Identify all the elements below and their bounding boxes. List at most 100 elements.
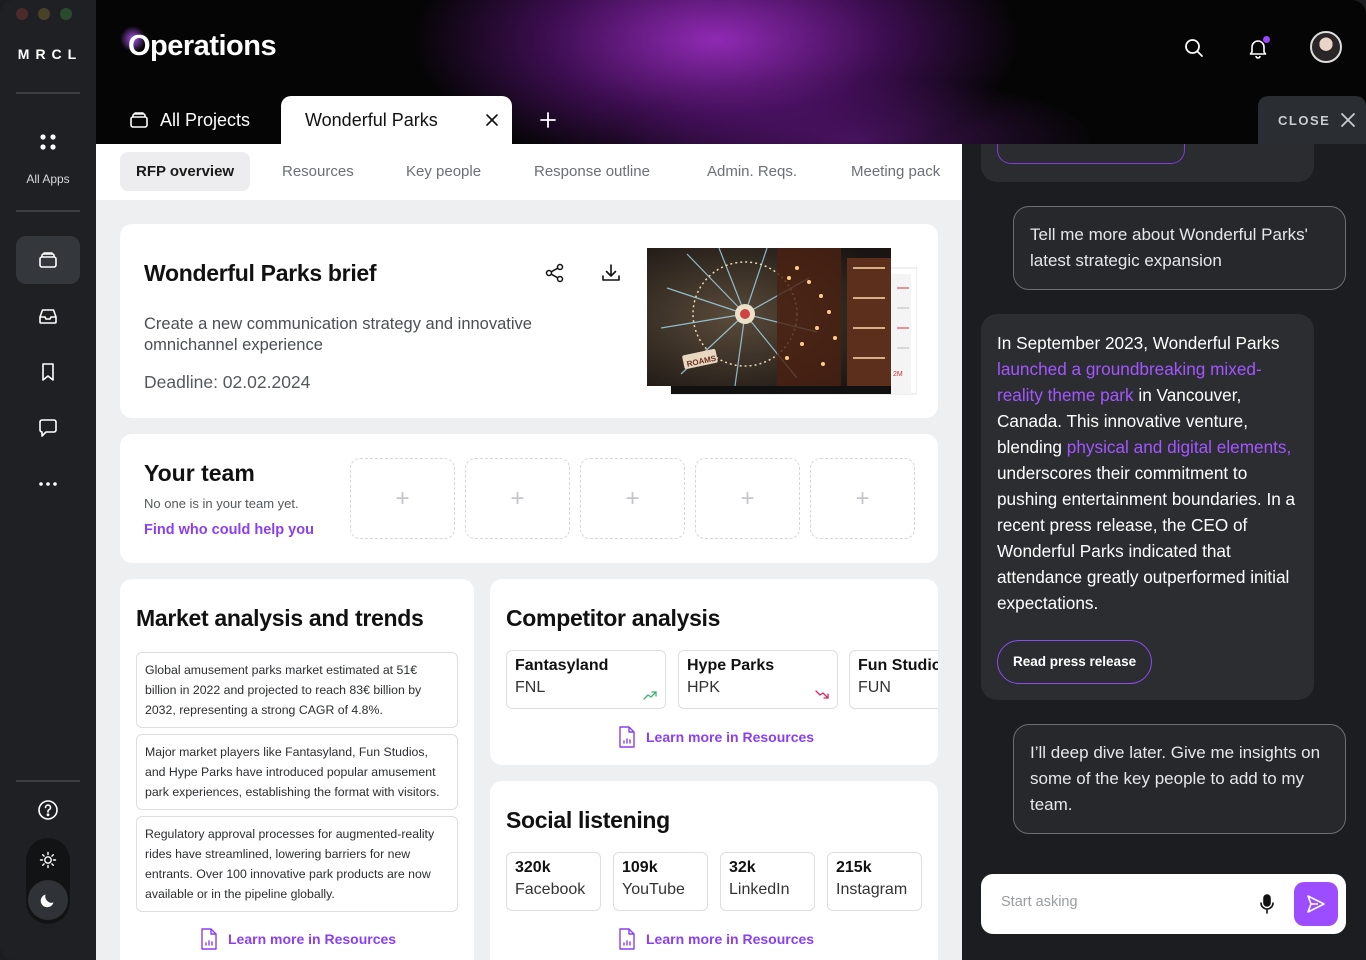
- stat-label: Instagram: [836, 881, 908, 898]
- send-icon: [1307, 895, 1325, 913]
- stat-label: Facebook: [515, 881, 586, 898]
- close-label: CLOSE: [1278, 112, 1331, 128]
- brief-description: Create a new communication strategy and …: [144, 315, 532, 354]
- learn-more-label: Learn more in Resources: [646, 931, 815, 947]
- team-card: Your team No one is in your team yet. Fi…: [120, 434, 938, 563]
- subtab-key-people[interactable]: Key people: [390, 152, 497, 191]
- sidebar-item-chat[interactable]: [16, 404, 80, 452]
- team-slot[interactable]: +: [350, 458, 455, 539]
- social-listening-card: Social listening 320k Facebook 109k YouT…: [490, 781, 938, 960]
- avatar[interactable]: [1310, 31, 1342, 63]
- tab-label: Wonderful Parks: [305, 109, 438, 130]
- learn-more-label: Learn more in Resources: [228, 931, 397, 947]
- help-icon: [38, 800, 58, 820]
- trend-item: Regulatory approval processes for augmen…: [136, 816, 458, 912]
- assistant-message: In September 2023, Wonderful Parks launc…: [981, 314, 1314, 700]
- trend-down-icon: [815, 690, 829, 699]
- theme-toggle[interactable]: [26, 838, 70, 924]
- subtab-meeting-pack[interactable]: Meeting pack: [835, 152, 956, 191]
- competitor-name: Hype Parks: [687, 657, 775, 674]
- window-maximize-dot[interactable]: [60, 8, 72, 20]
- assistant-link[interactable]: physical and digital elements,: [1067, 437, 1292, 457]
- all-apps-button[interactable]: [16, 118, 80, 166]
- read-press-release-button[interactable]: Read press release: [997, 640, 1153, 684]
- stat-value: 32k: [729, 859, 756, 876]
- chat-input[interactable]: [1001, 894, 1251, 910]
- competitor-item[interactable]: Fun Studios FUN: [849, 650, 938, 709]
- projects-stack-icon: [39, 252, 57, 268]
- document-chart-icon: [201, 928, 217, 950]
- window-minimize-dot[interactable]: [38, 8, 50, 20]
- brief-deadline: Deadline: 02.02.2024: [144, 372, 311, 392]
- competitor-item[interactable]: Fantasyland FNL: [506, 650, 666, 709]
- competitor-learn-more-link[interactable]: Learn more in Resources: [618, 726, 814, 748]
- competitor-item[interactable]: Hype Parks HPK: [678, 650, 838, 709]
- sidebar-item-projects[interactable]: [16, 236, 80, 284]
- market-title: Market analysis and trends: [136, 605, 424, 631]
- learn-more-label: Learn more in Resources: [646, 729, 815, 745]
- search-button[interactable]: [1178, 32, 1210, 64]
- competitor-name: Fantasyland: [515, 657, 609, 674]
- tab-wonderful-parks[interactable]: Wonderful Parks: [281, 96, 512, 144]
- social-learn-more-link[interactable]: Learn more in Resources: [618, 928, 814, 950]
- share-icon[interactable]: [544, 262, 566, 284]
- download-icon[interactable]: [600, 262, 622, 284]
- stat-value: 320k: [515, 859, 551, 876]
- brief-thumbnail[interactable]: 2M ROAMS: [647, 248, 917, 395]
- sidebar-divider: [16, 210, 80, 212]
- close-panel-button[interactable]: CLOSE: [1258, 96, 1366, 144]
- assistant-chat-panel: Tell me more about Wonderful Parks' late…: [962, 144, 1366, 960]
- market-learn-more-link[interactable]: Learn more in Resources: [200, 928, 396, 950]
- previous-action-button[interactable]: [997, 144, 1185, 164]
- competitor-code: FNL: [515, 679, 546, 696]
- help-button[interactable]: [16, 786, 80, 834]
- sidebar-item-inbox[interactable]: [16, 292, 80, 340]
- stat-label: LinkedIn: [729, 881, 790, 898]
- sidebar-item-more[interactable]: [16, 460, 80, 508]
- tab-all-projects[interactable]: All Projects: [128, 96, 250, 144]
- subtab-rfp-overview[interactable]: RFP overview: [120, 152, 251, 191]
- microphone-icon[interactable]: [1255, 892, 1279, 916]
- social-stat-instagram: 215k Instagram: [827, 852, 922, 911]
- app-logo: MRCL: [0, 46, 96, 62]
- trend-item: Global amusement parks market estimated …: [136, 652, 458, 728]
- search-icon: [1185, 39, 1203, 57]
- competitor-code: FUN: [858, 679, 891, 696]
- team-slot[interactable]: +: [695, 458, 800, 539]
- team-slot[interactable]: +: [810, 458, 915, 539]
- trend-item: Major market players like Fantasyland, F…: [136, 734, 458, 810]
- team-empty-text: No one is in your team yet.: [144, 496, 299, 511]
- assistant-message-previous: [981, 144, 1314, 182]
- subtab-resources[interactable]: Resources: [266, 152, 370, 191]
- market-analysis-card: Market analysis and trends Global amusem…: [120, 579, 474, 960]
- team-title: Your team: [144, 460, 255, 486]
- find-help-link[interactable]: Find who could help you: [144, 522, 314, 538]
- send-button[interactable]: [1294, 882, 1338, 926]
- subtab-admin-reqs[interactable]: Admin. Reqs.: [691, 152, 813, 191]
- brief-card: Wonderful Parks brief Create a new commu…: [120, 224, 938, 418]
- main-content: RFP overview Resources Key people Respon…: [96, 144, 962, 960]
- assistant-text: In September 2023, Wonderful Parks: [997, 333, 1280, 353]
- moon-icon[interactable]: [28, 880, 68, 920]
- team-slot[interactable]: +: [465, 458, 570, 539]
- subtab-bar: RFP overview Resources Key people Respon…: [96, 144, 962, 200]
- window-close-dot[interactable]: [16, 8, 28, 20]
- sun-icon[interactable]: [38, 850, 58, 875]
- stat-value: 109k: [622, 859, 658, 876]
- close-tab-icon[interactable]: [484, 112, 500, 128]
- notification-dot: [1263, 36, 1270, 43]
- social-title: Social listening: [506, 807, 670, 833]
- apps-grid-icon: [40, 134, 56, 150]
- inbox-icon: [39, 309, 57, 324]
- add-tab-icon[interactable]: [536, 108, 560, 132]
- team-slot[interactable]: +: [580, 458, 685, 539]
- subtab-response-outline[interactable]: Response outline: [518, 152, 666, 191]
- logo-text: MRCL: [17, 46, 83, 62]
- user-message: I’ll deep dive later. Give me insights o…: [1013, 724, 1346, 834]
- social-stat-linkedin: 32k LinkedIn: [720, 852, 815, 911]
- notifications-button[interactable]: [1242, 32, 1274, 64]
- competitor-title: Competitor analysis: [506, 605, 721, 631]
- trend-up-icon: [643, 691, 657, 700]
- sidebar-item-bookmarks[interactable]: [16, 348, 80, 396]
- header: Operations All Projects Wonderful Parks …: [96, 0, 1366, 144]
